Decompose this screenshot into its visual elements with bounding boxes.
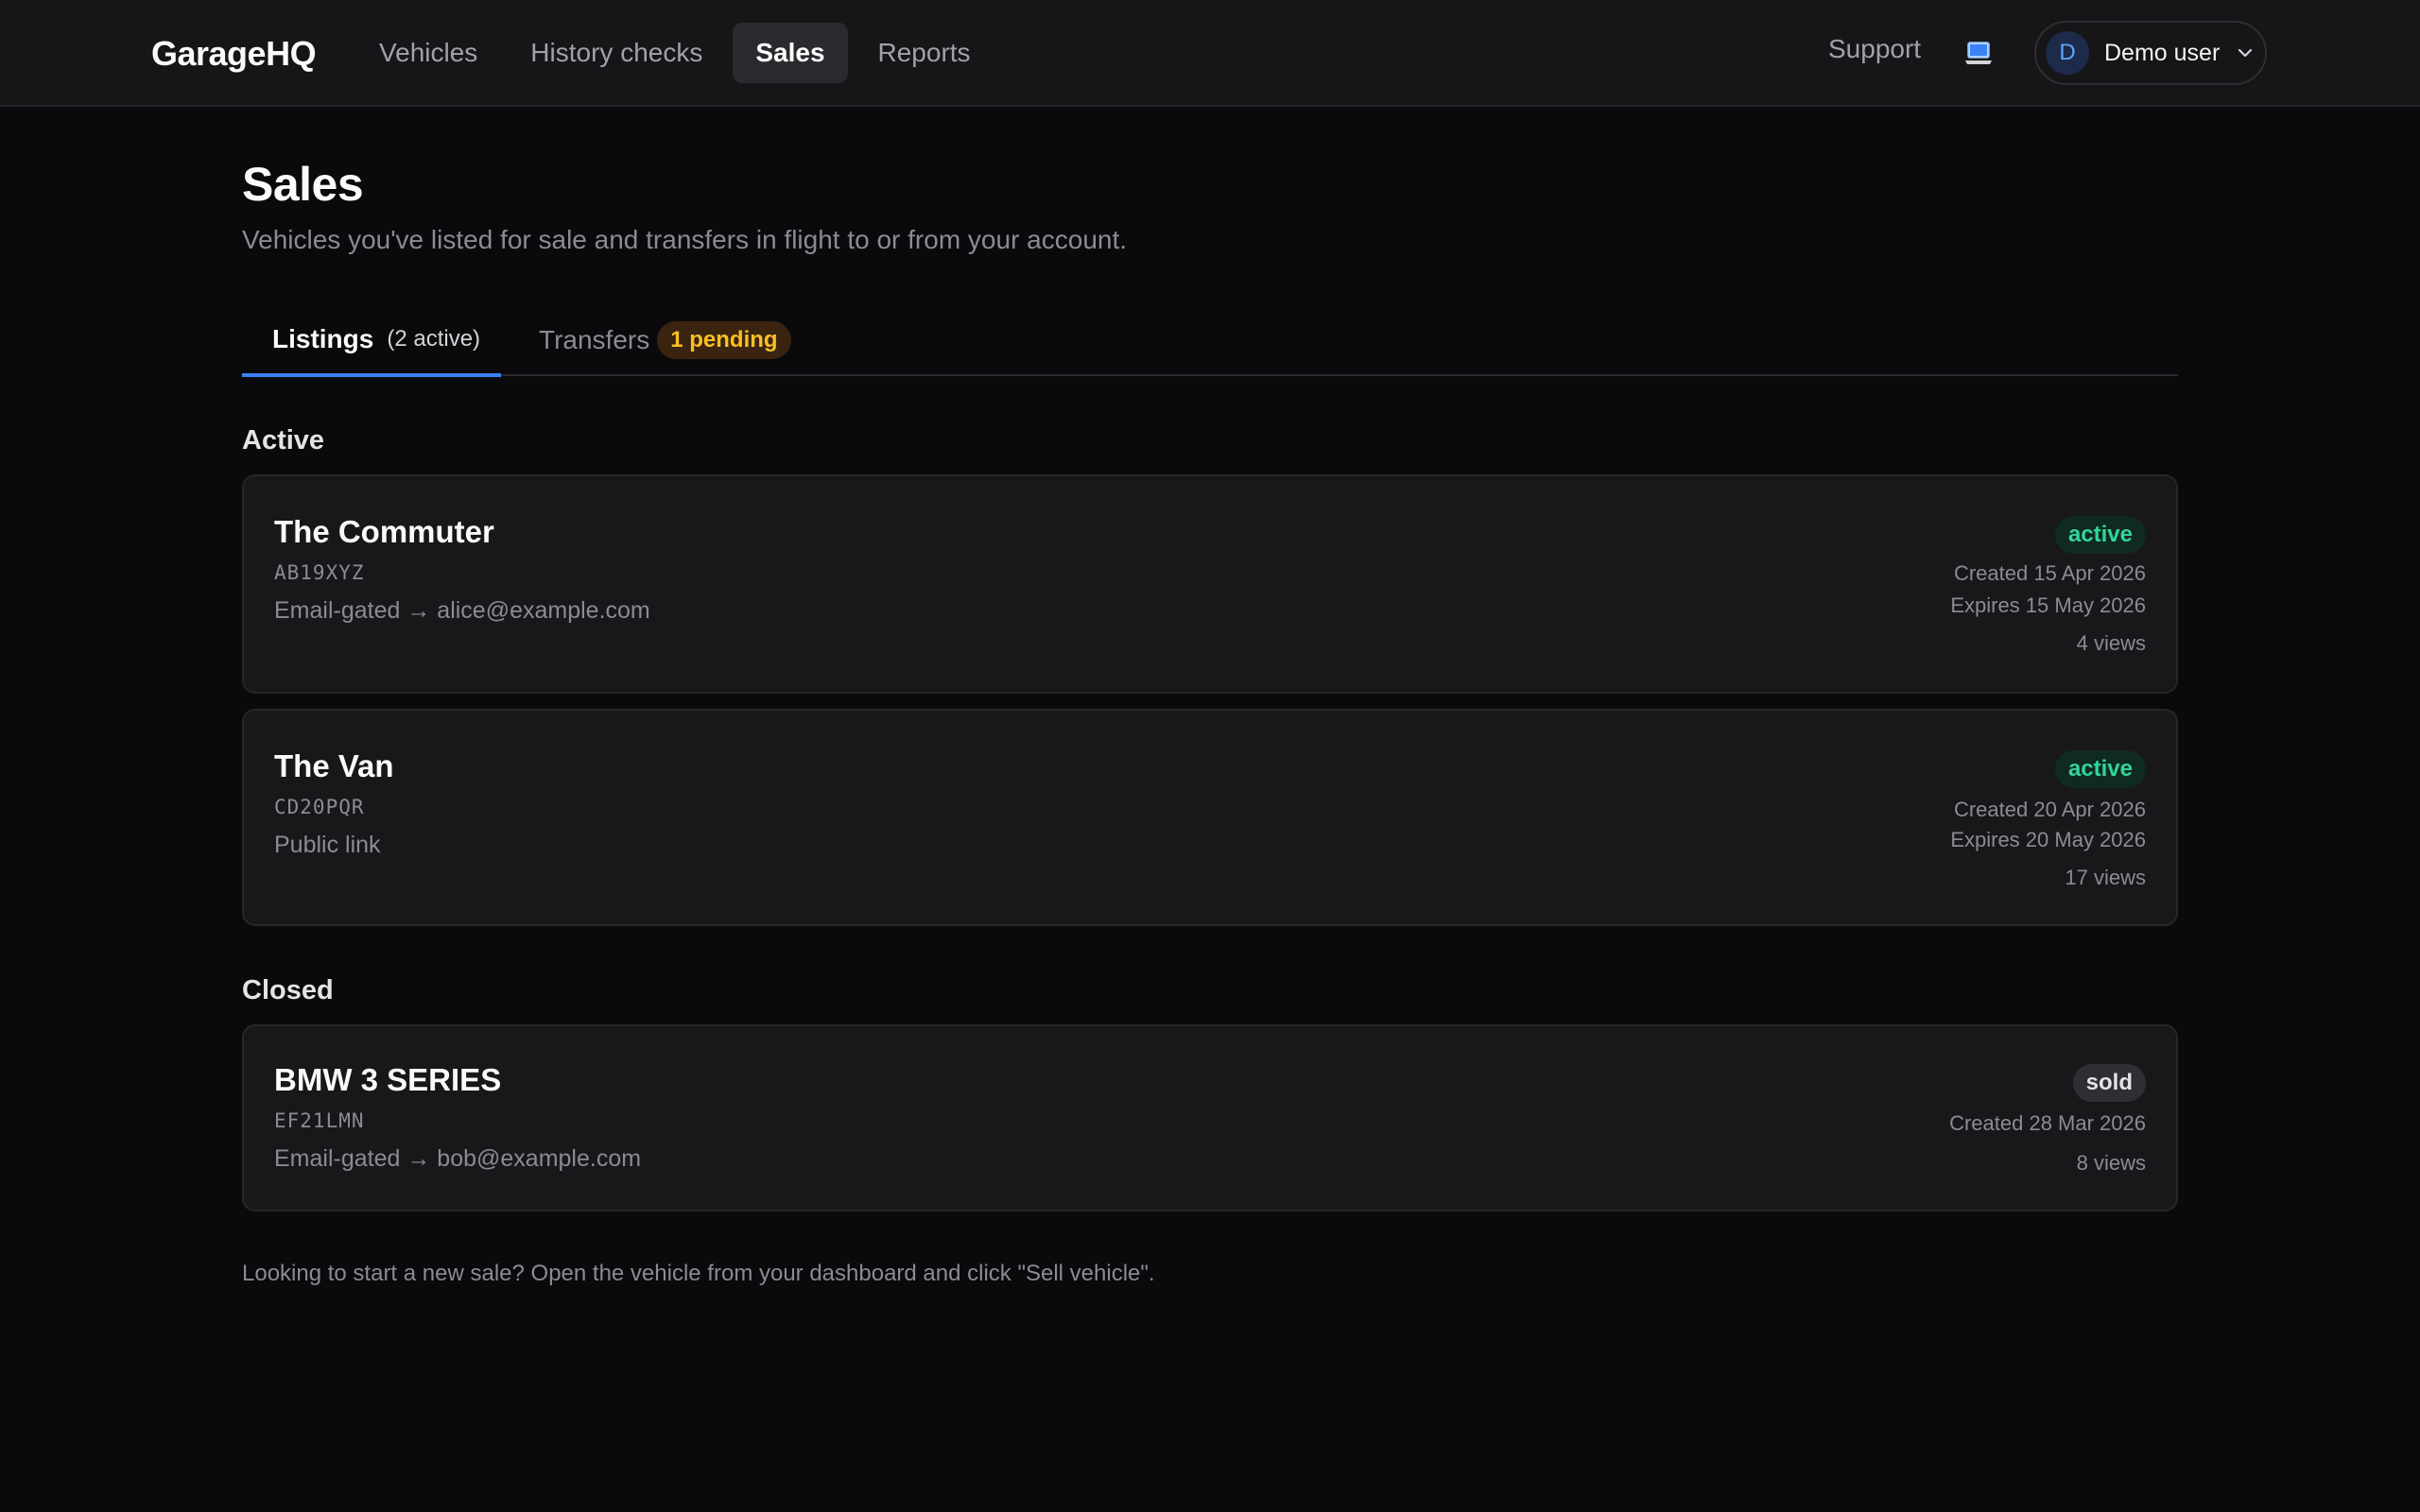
listing-created: Created 20 Apr 2026 [1953, 798, 2146, 821]
pending-badge: 1 pending [657, 321, 791, 359]
listing-created: Created 15 Apr 2026 [1953, 561, 2146, 585]
nav-item-reports[interactable]: Reports [856, 23, 994, 83]
listing-views: 17 views [2065, 866, 2146, 889]
listing-access: Public link [274, 832, 381, 858]
main-nav: Vehicles History checks Sales Reports [356, 23, 1001, 83]
user-menu-button[interactable]: D Demo user [2034, 21, 2267, 85]
listing-access: Email-gated → bob@example.com [274, 1145, 642, 1172]
listing-views: 4 views [2076, 631, 2146, 655]
listing-expires: Expires 20 May 2026 [1950, 828, 2146, 851]
listing-registration: CD20PQR [274, 796, 365, 818]
user-name: Demo user [2104, 39, 2221, 66]
top-navigation-bar: GarageHQ Vehicles History checks Sales R… [0, 0, 2420, 107]
listing-created: Created 28 Mar 2026 [1949, 1111, 2146, 1135]
listing-name: The Commuter [274, 514, 494, 549]
section-heading-active: Active [242, 425, 325, 455]
listing-name: BMW 3 SERIES [274, 1062, 502, 1097]
nav-item-sales[interactable]: Sales [733, 23, 848, 83]
listing-views: 8 views [2076, 1151, 2146, 1175]
new-sale-hint: Looking to start a new sale? Open the ve… [242, 1261, 1155, 1286]
section-heading-closed: Closed [242, 975, 334, 1005]
tab-transfers[interactable]: Transfers 1 pending [539, 304, 791, 376]
page-title: Sales [242, 158, 364, 211]
listing-card[interactable]: The Van CD20PQR Public link active Creat… [242, 709, 2178, 926]
listing-name: The Van [274, 748, 394, 783]
tab-transfers-label: Transfers [539, 325, 650, 354]
laptop-icon[interactable] [1964, 40, 1993, 66]
listing-registration: AB19XYZ [274, 561, 365, 584]
tab-listings-count: (2 active) [387, 325, 481, 352]
listing-card[interactable]: The Commuter AB19XYZ Email-gated → alice… [242, 474, 2178, 694]
page-subtitle: Vehicles you've listed for sale and tran… [242, 225, 1128, 254]
listing-expires: Expires 15 May 2026 [1950, 593, 2146, 617]
listing-card[interactable]: BMW 3 SERIES EF21LMN Email-gated → bob@e… [242, 1024, 2178, 1211]
tab-listings-label: Listings [272, 323, 374, 353]
status-badge: active [2054, 750, 2146, 788]
listing-access: Email-gated → alice@example.com [274, 597, 650, 624]
brand-logo[interactable]: GarageHQ [151, 34, 317, 74]
nav-item-history-checks[interactable]: History checks [508, 23, 725, 83]
listing-registration: EF21LMN [274, 1109, 365, 1132]
support-link[interactable]: Support [1828, 34, 1921, 64]
status-badge: sold [2072, 1064, 2146, 1102]
tab-bar: Listings (2 active) Transfers 1 pending [242, 304, 2178, 377]
nav-item-vehicles[interactable]: Vehicles [356, 23, 500, 83]
status-badge: active [2054, 516, 2146, 554]
tab-listings[interactable]: Listings (2 active) [242, 304, 501, 377]
avatar: D [2046, 31, 2089, 75]
chevron-down-icon [2238, 48, 2253, 58]
